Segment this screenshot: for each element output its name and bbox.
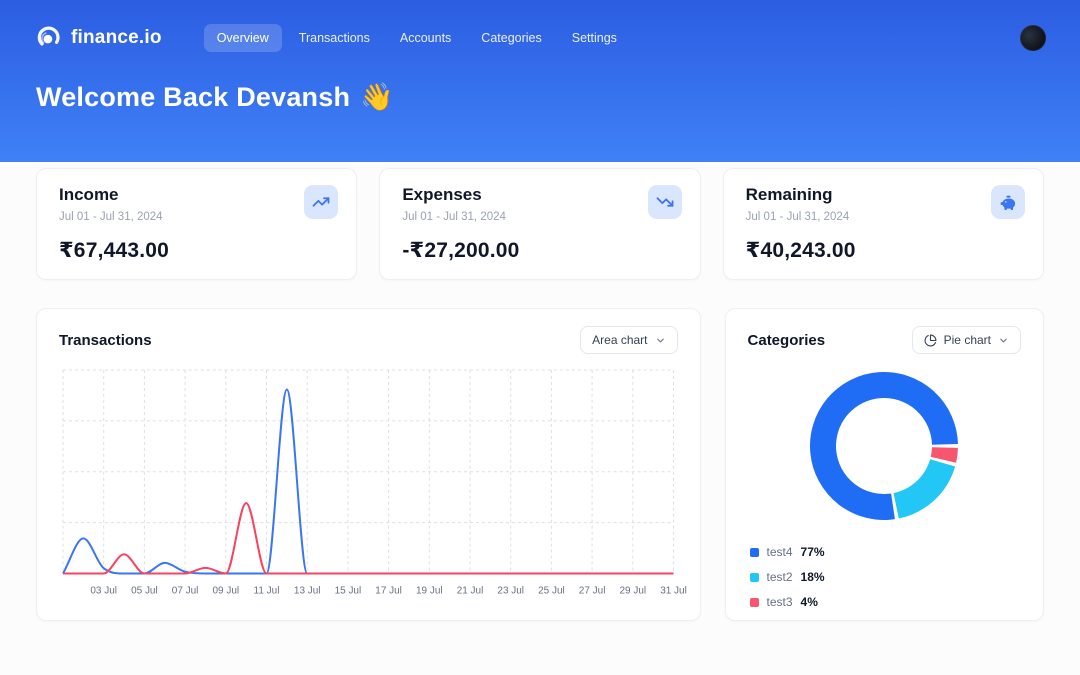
legend-value: 77%	[801, 545, 825, 559]
top-navigation-bar: finance.io Overview Transactions Account…	[0, 0, 1080, 52]
svg-text:07 Jul: 07 Jul	[172, 585, 199, 596]
expenses-card-value: -₹27,200.00	[402, 238, 677, 263]
income-card: Income Jul 01 - Jul 31, 2024 ₹67,443.00	[36, 168, 357, 280]
nav-tab-settings[interactable]: Settings	[559, 24, 630, 52]
legend-swatch	[750, 573, 759, 582]
transactions-panel-title: Transactions	[59, 332, 152, 349]
income-card-title: Income	[59, 185, 334, 205]
chevron-down-icon	[998, 335, 1009, 346]
svg-text:21 Jul: 21 Jul	[457, 585, 484, 596]
svg-text:15 Jul: 15 Jul	[335, 585, 362, 596]
charts-row: Transactions Area chart 03 Jul 05 Jul 07 J…	[36, 308, 1044, 621]
categories-chart-type-select[interactable]: Pie chart	[912, 326, 1021, 354]
user-avatar[interactable]	[1020, 25, 1046, 51]
svg-text:17 Jul: 17 Jul	[375, 585, 402, 596]
svg-text:13 Jul: 13 Jul	[294, 585, 321, 596]
main-nav: Overview Transactions Accounts Categorie…	[204, 24, 630, 52]
categories-panel-title: Categories	[748, 332, 826, 349]
nav-tab-categories[interactable]: Categories	[468, 24, 554, 52]
transactions-chart-area: 03 Jul 05 Jul 07 Jul 09 Jul 11 Jul 13 Jul 15 J…	[59, 368, 678, 599]
income-icon-tile	[304, 185, 338, 219]
dashboard-content: Income Jul 01 - Jul 31, 2024 ₹67,443.00 …	[0, 168, 1080, 621]
expenses-icon-tile	[648, 185, 682, 219]
brand: finance.io	[36, 25, 162, 51]
nav-tab-accounts[interactable]: Accounts	[387, 24, 464, 52]
income-card-value: ₹67,443.00	[59, 238, 334, 263]
transactions-line-chart: 03 Jul 05 Jul 07 Jul 09 Jul 11 Jul 13 Jul 15 J…	[59, 368, 678, 599]
categories-legend: test4 77% test2 18% test3 4%	[748, 534, 1021, 615]
nav-tab-overview[interactable]: Overview	[204, 24, 282, 52]
categories-chart-type-value: Pie chart	[944, 333, 991, 347]
categories-donut-chart	[796, 358, 972, 534]
transactions-chart-type-select[interactable]: Area chart	[580, 326, 677, 354]
remaining-card-period: Jul 01 - Jul 31, 2024	[746, 211, 1021, 223]
remaining-card: Remaining Jul 01 - Jul 31, 2024 ₹40,243.…	[723, 168, 1044, 280]
legend-label: test4	[767, 545, 793, 559]
nav-tab-transactions[interactable]: Transactions	[286, 24, 383, 52]
welcome-text: Welcome Back Devansh	[36, 82, 350, 113]
svg-text:09 Jul: 09 Jul	[212, 585, 239, 596]
legend-swatch	[750, 598, 759, 607]
categories-donut-area	[748, 358, 1021, 534]
income-card-period: Jul 01 - Jul 31, 2024	[59, 211, 334, 223]
svg-text:19 Jul: 19 Jul	[416, 585, 443, 596]
legend-item: test3 4%	[750, 595, 1021, 609]
transactions-chart-type-value: Area chart	[592, 333, 647, 347]
trending-down-icon	[656, 193, 674, 211]
legend-item: test4 77%	[750, 545, 1021, 559]
svg-text:11 Jul: 11 Jul	[254, 585, 280, 596]
svg-text:25 Jul: 25 Jul	[538, 585, 565, 596]
expenses-card-title: Expenses	[402, 185, 677, 205]
remaining-icon-tile	[991, 185, 1025, 219]
finance-dashboard: finance.io Overview Transactions Account…	[0, 0, 1080, 675]
expenses-card-period: Jul 01 - Jul 31, 2024	[402, 211, 677, 223]
svg-text:23 Jul: 23 Jul	[497, 585, 524, 596]
legend-item: test2 18%	[750, 570, 1021, 584]
hero-banner: finance.io Overview Transactions Account…	[0, 0, 1080, 162]
svg-text:03 Jul: 03 Jul	[90, 585, 117, 596]
brand-name: finance.io	[71, 27, 162, 49]
remaining-card-title: Remaining	[746, 185, 1021, 205]
wave-emoji: 👋	[360, 81, 394, 113]
welcome-heading: Welcome Back Devansh 👋	[0, 81, 1080, 113]
brand-logo-icon	[36, 25, 62, 51]
svg-text:31 Jul: 31 Jul	[660, 585, 687, 596]
transactions-panel-header: Transactions Area chart	[59, 326, 678, 354]
categories-panel: Categories Pie chart	[725, 308, 1044, 621]
trending-up-icon	[312, 193, 330, 211]
remaining-card-value: ₹40,243.00	[746, 238, 1021, 263]
svg-text:27 Jul: 27 Jul	[579, 585, 606, 596]
categories-panel-header: Categories Pie chart	[748, 326, 1021, 354]
transactions-panel: Transactions Area chart 03 Jul 05 Jul 07 J…	[36, 308, 701, 621]
legend-label: test3	[767, 595, 793, 609]
stat-cards-row: Income Jul 01 - Jul 31, 2024 ₹67,443.00 …	[36, 168, 1044, 280]
legend-value: 18%	[801, 570, 825, 584]
piggy-bank-icon	[999, 193, 1018, 212]
legend-label: test2	[767, 570, 793, 584]
svg-text:05 Jul: 05 Jul	[131, 585, 158, 596]
pie-chart-icon	[924, 334, 937, 347]
chevron-down-icon	[655, 335, 666, 346]
legend-value: 4%	[801, 595, 818, 609]
expenses-card: Expenses Jul 01 - Jul 31, 2024 -₹27,200.…	[379, 168, 700, 280]
svg-text:29 Jul: 29 Jul	[620, 585, 647, 596]
legend-swatch	[750, 548, 759, 557]
